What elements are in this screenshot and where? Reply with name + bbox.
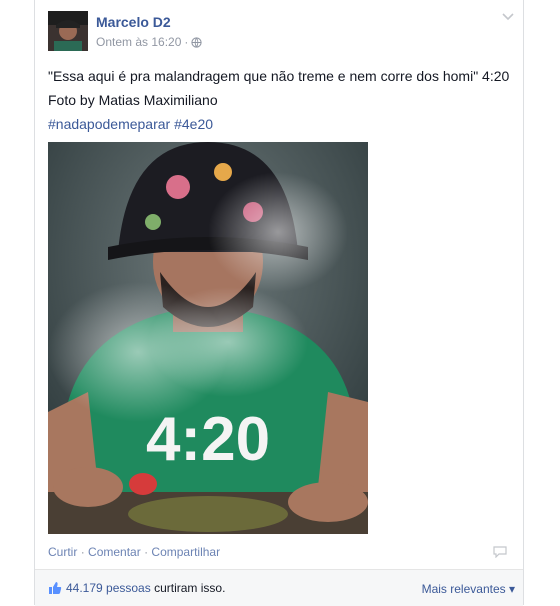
post-card: Marcelo D2 Ontem às 16:20 · "Essa aqui é… [34, 0, 524, 606]
dot-separator: · [184, 35, 189, 49]
like-link[interactable]: Curtir [48, 545, 77, 559]
likes-bar: 44.179 pessoas curtiram isso. Mais relev… [35, 569, 523, 606]
post-photo[interactable]: 4:20 [48, 142, 368, 534]
likes-suffix: curtiram isso. [154, 581, 226, 595]
likes-count-link[interactable]: 44.179 pessoas [66, 581, 151, 595]
shirt-text: 4:20 [146, 405, 270, 474]
comment-link[interactable]: Comentar [88, 545, 141, 559]
globe-icon[interactable] [191, 36, 203, 48]
post-text: "Essa aqui é pra malandragem que não tre… [48, 64, 518, 136]
post-text-line-1: "Essa aqui é pra malandragem que não tre… [48, 68, 510, 84]
action-separator: · [80, 545, 85, 559]
likes-summary: 44.179 pessoas curtiram isso. [66, 581, 225, 595]
thumbs-up-icon [49, 582, 62, 594]
hashtag-link[interactable]: #nadapodemeparar [48, 116, 170, 132]
sort-comments-dropdown[interactable]: Mais relevantes ▾ [422, 582, 515, 596]
post-timestamp[interactable]: Ontem às 16:20 [96, 35, 181, 49]
post-actions: Curtir · Comentar · Compartilhar [48, 545, 220, 559]
post-meta: Ontem às 16:20 · [96, 35, 203, 49]
author-avatar[interactable] [48, 11, 88, 51]
chevron-down-icon[interactable] [501, 12, 515, 22]
action-separator: · [144, 545, 149, 559]
hashtag-link[interactable]: #4e20 [174, 116, 213, 132]
share-link[interactable]: Compartilhar [151, 545, 220, 559]
hashtags: #nadapodemeparar #4e20 [48, 112, 518, 136]
comment-icon[interactable] [493, 546, 507, 558]
author-name[interactable]: Marcelo D2 [96, 14, 171, 30]
post-text-line-2: Foto by Matias Maximiliano [48, 92, 218, 108]
